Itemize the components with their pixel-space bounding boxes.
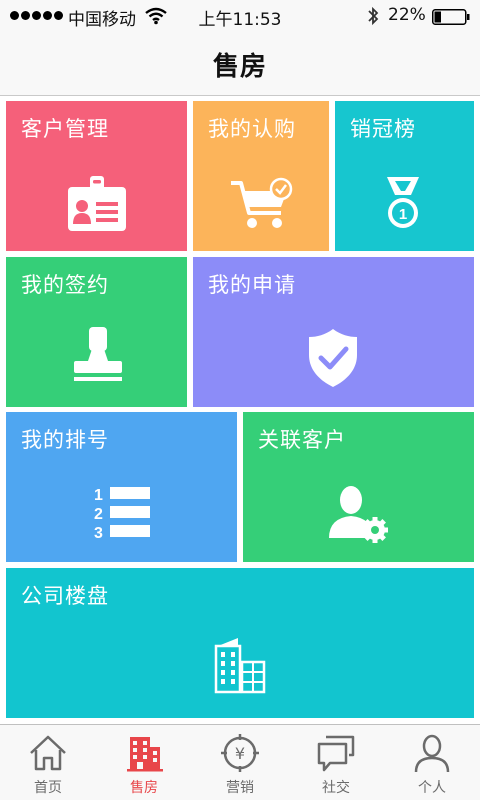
tile-label: 我的签约 [21,273,109,297]
tile-label: 我的排号 [21,428,109,452]
tile-my-contracts[interactable]: 我的签约 [6,257,187,407]
tab-home[interactable]: 首页 [0,725,96,800]
stamp-icon [72,325,124,393]
numbered-list-icon: 1 2 3 [92,484,154,544]
tab-label: 首页 [34,780,62,796]
tile-label: 销冠榜 [350,117,416,141]
status-bar: 中国移动 上午11:53 22% [0,0,480,32]
tab-label: 售房 [130,780,158,796]
tab-label: 营销 [226,780,254,796]
chat-bubbles-icon [316,733,356,773]
tile-label: 客户管理 [21,117,109,141]
shield-check-icon [307,327,359,393]
tab-social[interactable]: 社交 [288,725,384,800]
user-gear-icon [327,482,389,548]
battery-percent: 22% [388,5,426,25]
id-badge-icon [66,175,128,237]
building-icon [124,733,164,773]
navigation-bar: 售房 [0,32,480,96]
tab-bar: 首页 售房 ¥ 营销 社交 个人 [0,724,480,800]
bluetooth-icon [366,5,380,32]
svg-text:1: 1 [399,206,407,223]
shopping-cart-check-icon [229,177,293,235]
tile-associated-customers[interactable]: 关联客户 [243,412,474,562]
tile-label: 我的认购 [208,117,296,141]
tile-company-properties[interactable]: 公司楼盘 [6,568,474,718]
yen-target-icon: ¥ [220,733,260,773]
svg-text:1: 1 [94,487,103,504]
tile-my-queue-number[interactable]: 我的排号 1 2 3 [6,412,237,562]
svg-text:2: 2 [94,506,103,523]
tile-my-applications[interactable]: 我的申请 [193,257,474,407]
svg-text:3: 3 [94,525,103,540]
tile-label: 公司楼盘 [21,584,109,608]
page-title: 售房 [212,52,267,82]
tile-label: 关联客户 [258,428,346,452]
tab-profile[interactable]: 个人 [384,725,480,800]
tab-label: 个人 [418,780,446,796]
tile-customer-management[interactable]: 客户管理 [6,101,187,251]
tile-label: 我的申请 [208,273,296,297]
tile-sales-leaderboard[interactable]: 销冠榜 1 [335,101,474,251]
tab-marketing[interactable]: ¥ 营销 [192,725,288,800]
home-icon [28,733,68,773]
buildings-icon [214,636,268,698]
tab-label: 社交 [322,780,350,796]
medal-icon: 1 [383,173,423,235]
svg-text:¥: ¥ [235,744,245,763]
battery-icon [432,9,470,25]
tile-my-subscription[interactable]: 我的认购 [193,101,329,251]
tab-sell-house[interactable]: 售房 [96,725,192,800]
person-icon [412,733,452,773]
